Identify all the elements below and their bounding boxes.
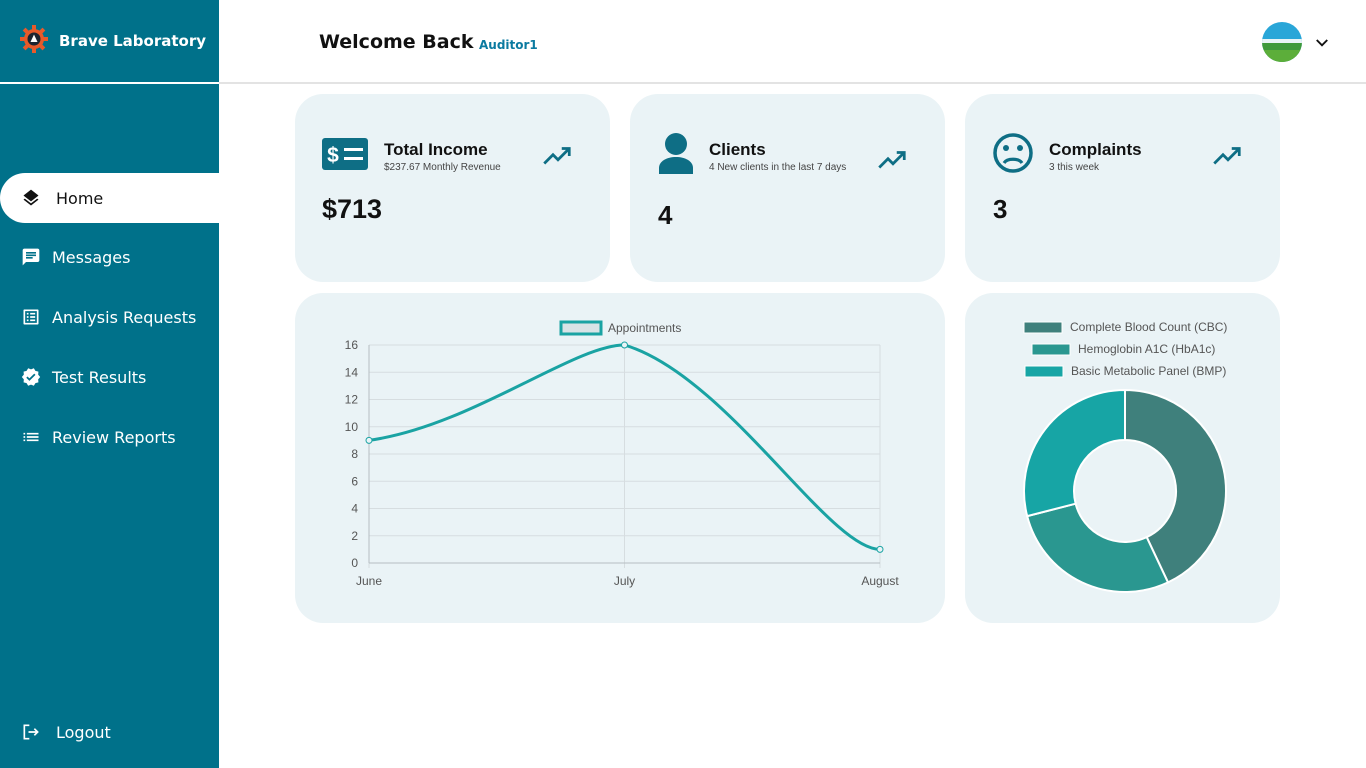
data-point	[621, 341, 628, 349]
data-point	[365, 436, 373, 444]
legend-swatch	[1024, 365, 1064, 378]
data-point	[876, 545, 884, 553]
y-tick-label: 2	[351, 529, 358, 543]
chevron-down-icon[interactable]	[1313, 34, 1331, 52]
logout-icon	[21, 722, 41, 742]
stat-value: 3	[993, 194, 1008, 224]
tests-doughnut-chart: Complete Blood Count (CBC) Hemoglobin A1C…	[1023, 320, 1227, 593]
top-bar: Welcome Back Auditor1	[219, 0, 1366, 84]
sidebar-item-review-reports[interactable]: Review Reports	[0, 412, 219, 462]
legend-swatch	[1031, 343, 1071, 356]
stat-subtitle: $237.67 Monthly Revenue	[384, 162, 501, 173]
list-alt-icon	[21, 307, 41, 327]
y-tick-label: 8	[351, 447, 358, 461]
trending-up-icon	[1213, 146, 1243, 170]
y-tick-label: 6	[351, 474, 358, 488]
layers-icon	[21, 188, 41, 208]
sidebar-item-label: Messages	[52, 247, 131, 267]
logout-button[interactable]: Logout	[0, 707, 219, 757]
sidebar-item-analysis-requests[interactable]: Analysis Requests	[0, 292, 219, 342]
money-icon: $	[322, 138, 368, 174]
y-tick-label: 4	[351, 502, 358, 516]
sidebar-item-label: Home	[56, 188, 104, 208]
y-tick-label: 10	[345, 420, 359, 434]
verified-icon	[21, 367, 41, 387]
sidebar-item-test-results[interactable]: Test Results	[0, 352, 219, 402]
doughnut-slice	[1025, 502, 1170, 593]
avatar[interactable]	[1262, 22, 1302, 62]
page-title: Welcome Back	[319, 31, 474, 53]
logout-label: Logout	[56, 722, 111, 742]
sidebar-item-label: Analysis Requests	[52, 307, 197, 327]
sidebar-item-home[interactable]: Home	[0, 173, 219, 223]
username: Auditor1	[479, 38, 538, 52]
x-tick-label: June	[356, 574, 382, 588]
svg-text:$: $	[327, 144, 339, 167]
appointments-line-chart: 0 2 4 6 8 10 12 14 16 June July August Appointments	[345, 320, 899, 588]
stat-subtitle: 3 this week	[1049, 162, 1100, 173]
stat-subtitle: 4 New clients in the last 7 days	[709, 162, 847, 173]
x-tick-label: July	[614, 574, 635, 588]
stat-value: $713	[322, 194, 383, 224]
gear-logo-icon	[19, 24, 49, 58]
sidebar-item-label: Test Results	[52, 367, 147, 387]
y-tick-label: 14	[345, 365, 359, 379]
message-icon	[21, 247, 41, 267]
stat-title: Total Income	[384, 140, 488, 159]
stat-card-complaints: Complaints 3 this week 3	[965, 94, 1280, 282]
person-icon	[657, 132, 695, 178]
brand-name: Brave Laboratory	[59, 32, 207, 50]
legend-label: Basic Metabolic Panel (BMP)	[1071, 364, 1226, 378]
y-tick-label: 0	[351, 556, 358, 570]
sad-face-icon	[992, 132, 1034, 178]
sidebar-item-label: Review Reports	[52, 427, 176, 447]
list-icon	[21, 427, 41, 447]
legend-label: Hemoglobin A1C (HbA1c)	[1078, 342, 1215, 356]
legend-label: Complete Blood Count (CBC)	[1070, 320, 1227, 334]
stat-card-income: $ Total Income $237.67 Monthly Revenue $…	[295, 94, 610, 282]
stat-card-clients: Clients 4 New clients in the last 7 days…	[630, 94, 945, 282]
tests-chart-card: Complete Blood Count (CBC) Hemoglobin A1C…	[965, 293, 1280, 623]
trending-up-icon	[543, 146, 573, 170]
legend-swatch	[1023, 321, 1063, 334]
trending-up-icon	[878, 150, 908, 174]
brand[interactable]: Brave Laboratory	[0, 0, 219, 84]
y-tick-label: 12	[345, 393, 359, 407]
stat-title: Complaints	[1049, 140, 1142, 159]
sidebar: Brave Laboratory Home Messages Analysis …	[0, 0, 219, 768]
sidebar-item-messages[interactable]: Messages	[0, 232, 219, 282]
stat-title: Clients	[709, 140, 766, 159]
legend-swatch	[559, 320, 603, 336]
appointments-chart-card: 0 2 4 6 8 10 12 14 16 June July August Appointments	[295, 293, 945, 623]
stat-value: 4	[658, 200, 673, 230]
y-tick-label: 16	[345, 338, 359, 352]
legend-label: Appointments	[608, 321, 681, 335]
doughnut-slice	[1023, 388, 1126, 518]
x-tick-label: August	[861, 574, 899, 588]
